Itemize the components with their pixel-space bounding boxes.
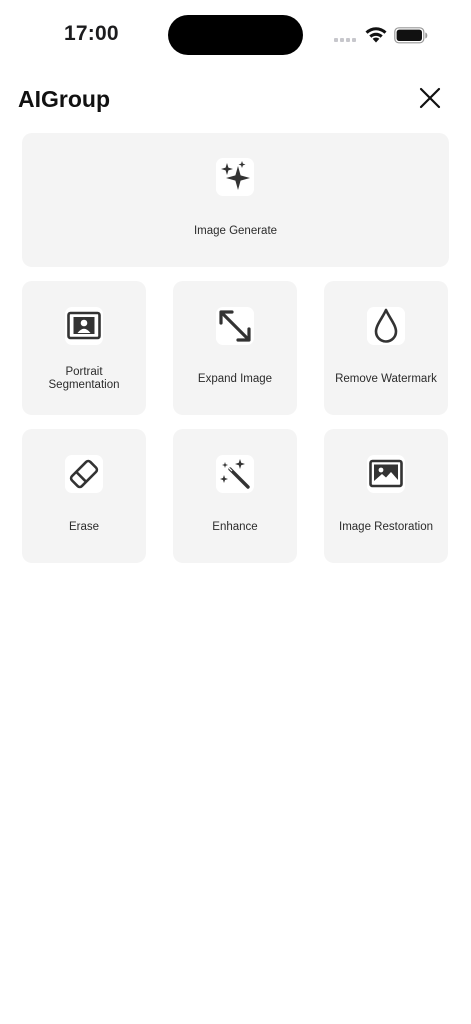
remove-watermark-label: Remove Watermark (335, 373, 437, 385)
status-time: 17:00 (64, 22, 119, 45)
close-button[interactable] (416, 84, 444, 112)
image-restoration-icon-box (367, 455, 405, 493)
status-bar: 17:00 (0, 0, 471, 70)
expand-image-label: Expand Image (197, 373, 273, 385)
image-generate-label: Image Generate (193, 225, 278, 237)
image-generate-icon-box (216, 158, 254, 196)
portrait-segmentation-label-line2: Segmentation (48, 379, 120, 391)
image-restoration-label: Image Restoration (339, 521, 433, 533)
portrait-segmentation-icon-box (65, 307, 103, 345)
portrait-segmentation-tile[interactable]: Portrait Segmentation (22, 281, 146, 415)
image-restoration-tile[interactable]: Image Restoration (324, 429, 448, 563)
enhance-tile[interactable]: Enhance (173, 429, 297, 563)
portrait-frame-icon (67, 311, 101, 340)
expand-image-icon-box (216, 307, 254, 345)
eraser-icon (69, 459, 99, 489)
expand-image-tile[interactable]: Expand Image (173, 281, 297, 415)
photo-icon (369, 459, 403, 488)
close-icon (419, 87, 441, 109)
erase-tile[interactable]: Erase (22, 429, 146, 563)
enhance-icon-box (216, 455, 254, 493)
sparkles-icon (221, 161, 250, 190)
remove-watermark-tile[interactable]: Remove Watermark (324, 281, 448, 415)
magic-wand-icon (220, 459, 250, 489)
dynamic-island (168, 15, 303, 55)
erase-label: Erase (68, 521, 100, 533)
battery-icon (394, 27, 428, 44)
portrait-segmentation-label: Portrait Segmentation (22, 366, 146, 392)
header: AIGroup (0, 80, 471, 120)
wifi-icon (365, 27, 387, 43)
cellular-signal-icon (334, 38, 356, 42)
enhance-label: Enhance (212, 521, 258, 533)
page-title: AIGroup (18, 86, 110, 112)
remove-watermark-icon-box (367, 307, 405, 345)
image-generate-tile[interactable]: Image Generate (22, 133, 449, 267)
erase-icon-box (65, 455, 103, 493)
expand-arrows-icon (219, 310, 251, 342)
drop-icon (374, 308, 398, 343)
portrait-segmentation-label-line1: Portrait (65, 366, 103, 378)
